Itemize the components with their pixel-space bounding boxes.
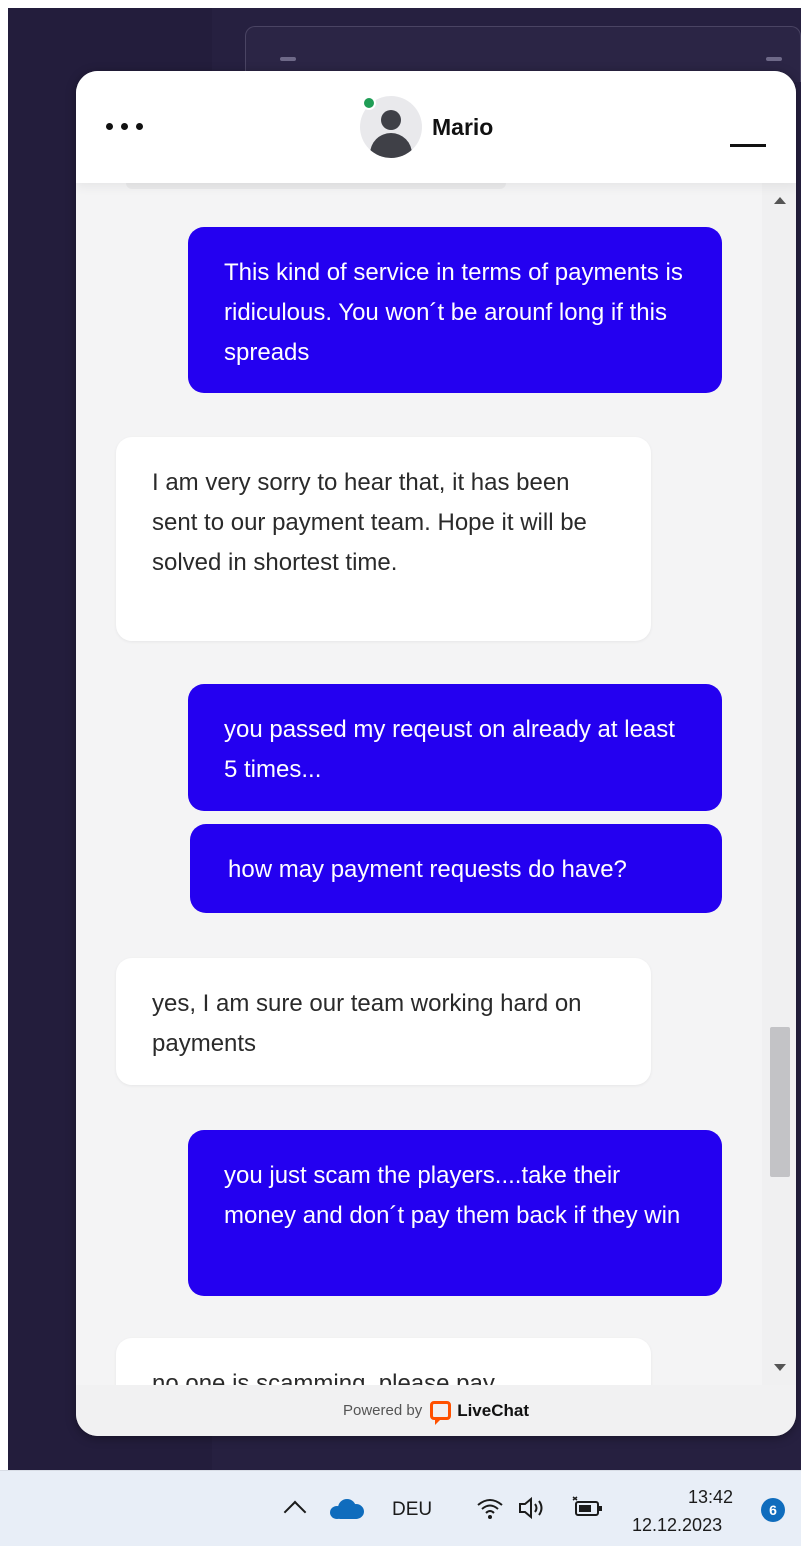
more-options-button[interactable] <box>106 111 162 141</box>
wifi-icon[interactable] <box>475 1495 505 1521</box>
more-horizontal-icon <box>121 122 128 130</box>
livechat-brand: LiveChat <box>457 1400 529 1420</box>
agent-name: Mario <box>432 113 494 140</box>
visitor-message: This kind of service in terms of payment… <box>188 227 722 393</box>
message-list[interactable]: This kind of service in terms of payment… <box>76 183 762 1385</box>
clock-time[interactable]: 13:42 <box>688 1487 733 1508</box>
chevron-up-icon[interactable] <box>283 1500 307 1524</box>
input-language[interactable]: DEU <box>392 1499 432 1521</box>
user-icon <box>370 133 412 158</box>
background-placeholder <box>280 57 296 61</box>
onedrive-cloud-icon[interactable] <box>330 1499 366 1519</box>
background-placeholder <box>766 57 782 61</box>
notification-badge[interactable]: 6 <box>761 1498 785 1522</box>
agent-message: I am very sorry to hear that, it has bee… <box>116 437 651 641</box>
message-scrollbar[interactable] <box>762 183 796 1385</box>
speaker-icon[interactable] <box>517 1496 547 1520</box>
minimize-icon <box>730 144 766 147</box>
minimize-button[interactable] <box>726 119 770 147</box>
visitor-message: you just scam the players....take their … <box>188 1130 722 1296</box>
previous-message-edge <box>126 183 506 189</box>
powered-by-label: Powered by <box>342 1402 423 1419</box>
visitor-message: how may payment requests do have? <box>190 824 722 913</box>
agent-message: no one is scamming, please pay <box>116 1338 651 1385</box>
powered-by-link[interactable]: Powered by LiveChat <box>76 1385 796 1436</box>
user-icon <box>381 110 401 130</box>
chat-header: Mario <box>76 71 796 183</box>
chat-widget: Mario This kind of service in terms of p… <box>76 71 796 1436</box>
scroll-down-icon[interactable] <box>774 1364 786 1371</box>
taskbar: DEU 13:42 12.12.2023 6 <box>0 1470 801 1546</box>
online-status-icon <box>362 96 376 110</box>
visitor-message: you passed my reqeust on already at leas… <box>188 684 722 811</box>
more-horizontal-icon <box>106 122 113 130</box>
agent-info: Mario <box>360 95 493 159</box>
more-horizontal-icon <box>136 122 143 130</box>
livechat-logo-icon <box>430 1401 452 1425</box>
battery-charging-icon[interactable] <box>571 1496 605 1520</box>
clock-date[interactable]: 12.12.2023 <box>632 1515 722 1536</box>
scrollbar-thumb[interactable] <box>770 1027 790 1177</box>
agent-message: yes, I am sure our team working hard on … <box>116 958 651 1085</box>
scroll-up-icon[interactable] <box>774 197 786 204</box>
